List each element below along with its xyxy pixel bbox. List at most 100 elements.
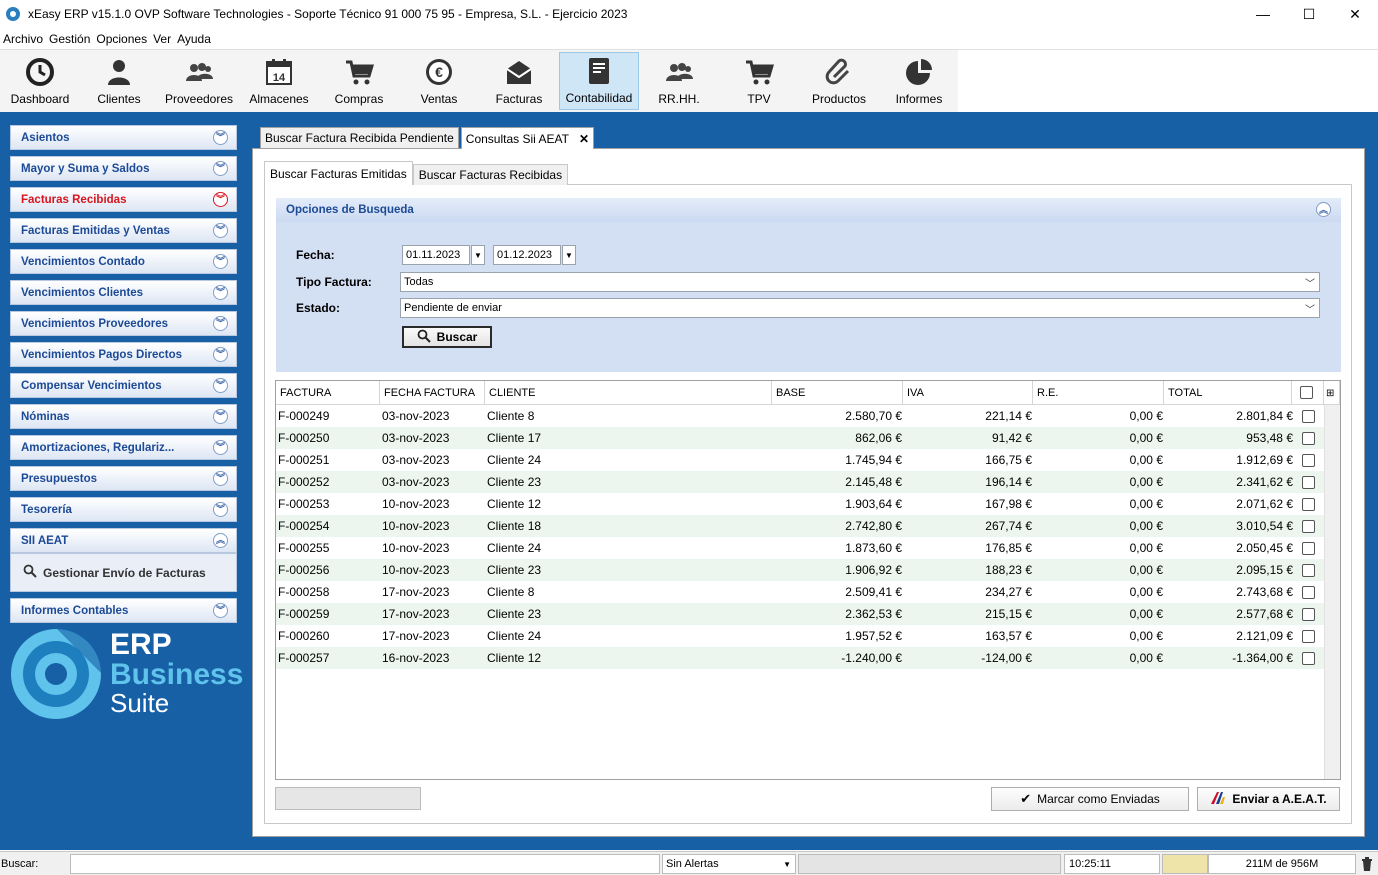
search-icon (23, 564, 37, 581)
column-header-total[interactable]: TOTAL (1164, 381, 1292, 405)
sidebar-item-sii-aeat[interactable]: SII AEAT ︽ (10, 528, 237, 553)
table-row[interactable]: F-000256 10-nov-2023 Cliente 23 1.906,92 € 1… (276, 559, 1324, 581)
column-header-base[interactable]: BASE (772, 381, 903, 405)
sidebar-item-venc-clientes[interactable]: Vencimientos Clientes ︾ (10, 280, 237, 305)
toolbar-ventas[interactable]: € Ventas (399, 52, 479, 110)
sidebar-item-mayor[interactable]: Mayor y Suma y Saldos ︾ (10, 156, 237, 181)
sidebar-item-informes-contables[interactable]: Informes Contables ︾ (10, 598, 237, 623)
fecha-desde-dropdown[interactable]: ▼ (471, 245, 485, 265)
table-row[interactable]: F-000250 03-nov-2023 Cliente 17 862,06 € 91,… (276, 427, 1324, 449)
buscar-button[interactable]: Buscar (402, 326, 492, 348)
row-select-checkbox[interactable] (1302, 498, 1315, 511)
table-row[interactable]: F-000254 10-nov-2023 Cliente 18 2.742,80 € 2… (276, 515, 1324, 537)
sidebar-item-facturas-recibidas[interactable]: Facturas Recibidas ︾ (10, 187, 237, 212)
toolbar-almacenes[interactable]: 14 Almacenes (239, 52, 319, 110)
column-header-iva[interactable]: IVA (903, 381, 1033, 405)
estado-select[interactable]: Pendiente de enviar ﹀ (400, 298, 1320, 318)
sidebar-item-venc-proveedores[interactable]: Vencimientos Proveedores ︾ (10, 311, 237, 336)
row-select-checkbox[interactable] (1302, 630, 1315, 643)
cell-base: 862,06 € (855, 431, 902, 445)
status-search-input[interactable] (70, 854, 660, 874)
sidebar-gestionar-envio[interactable]: Gestionar Envío de Facturas (10, 553, 237, 592)
row-select-checkbox[interactable] (1302, 564, 1315, 577)
column-header-re[interactable]: R.E. (1033, 381, 1164, 405)
status-memory: 211M de 956M (1208, 854, 1356, 874)
menu-ayuda[interactable]: Ayuda (177, 32, 211, 46)
table-row[interactable]: F-000259 17-nov-2023 Cliente 23 2.362,53 € 2… (276, 603, 1324, 625)
cell-total: 2.095,15 € (1236, 563, 1293, 577)
menu-archivo[interactable]: Archivo (3, 32, 43, 46)
row-select-checkbox[interactable] (1302, 520, 1315, 533)
table-row[interactable]: F-000252 03-nov-2023 Cliente 23 2.145,48 € 1… (276, 471, 1324, 493)
row-select-checkbox[interactable] (1302, 652, 1315, 665)
toolbar-dashboard[interactable]: Dashboard (0, 52, 80, 110)
toolbar-productos[interactable]: Productos (799, 52, 879, 110)
row-select-checkbox[interactable] (1302, 586, 1315, 599)
sidebar-item-tesoreria[interactable]: Tesorería ︾ (10, 497, 237, 522)
sidebar-item-venc-pagos[interactable]: Vencimientos Pagos Directos ︾ (10, 342, 237, 367)
row-select-checkbox[interactable] (1302, 476, 1315, 489)
close-icon[interactable]: ✕ (579, 132, 589, 146)
column-header-fecha[interactable]: FECHA FACTURA (380, 381, 485, 405)
toolbar-contabilidad[interactable]: Contabilidad (559, 52, 639, 110)
tab-buscar-factura-recibida[interactable]: Buscar Factura Recibida Pendiente (260, 127, 459, 148)
sidebar-item-facturas-emitidas[interactable]: Facturas Emitidas y Ventas ︾ (10, 218, 237, 243)
table-row[interactable]: F-000255 10-nov-2023 Cliente 24 1.873,60 € 1… (276, 537, 1324, 559)
minimize-button[interactable]: — (1240, 0, 1286, 28)
sidebar-item-venc-contado[interactable]: Vencimientos Contado ︾ (10, 249, 237, 274)
table-row[interactable]: F-000251 03-nov-2023 Cliente 24 1.745,94 € 1… (276, 449, 1324, 471)
chevron-down-icon: ︾ (213, 254, 228, 269)
maximize-button[interactable]: ☐ (1286, 0, 1332, 28)
table-row[interactable]: F-000258 17-nov-2023 Cliente 8 2.509,41 € 23… (276, 581, 1324, 603)
cell-cliente: Cliente 18 (487, 519, 542, 533)
alertas-select[interactable]: Sin Alertas ▼ (662, 854, 796, 874)
close-window-button[interactable]: ✕ (1332, 0, 1378, 28)
tipo-factura-select[interactable]: Todas ﹀ (400, 272, 1320, 292)
select-all-checkbox[interactable] (1300, 386, 1313, 399)
sidebar-item-nominas[interactable]: Nóminas ︾ (10, 404, 237, 429)
sidebar-item-amortizaciones[interactable]: Amortizaciones, Regulariz... ︾ (10, 435, 237, 460)
row-select-checkbox[interactable] (1302, 542, 1315, 555)
fecha-hasta-dropdown[interactable]: ▼ (562, 245, 576, 265)
toolbar-facturas[interactable]: Facturas (479, 52, 559, 110)
calendar-icon: 14 (264, 57, 294, 87)
sidebar-item-compensar[interactable]: Compensar Vencimientos ︾ (10, 373, 237, 398)
row-select-checkbox[interactable] (1302, 608, 1315, 621)
tab-buscar-recibidas[interactable]: Buscar Facturas Recibidas (412, 164, 569, 185)
sidebar-item-asientos[interactable]: Asientos ︾ (10, 125, 237, 150)
row-select-checkbox[interactable] (1302, 454, 1315, 467)
row-select-checkbox[interactable] (1302, 410, 1315, 423)
fecha-desde-input[interactable]: 01.11.2023 (402, 245, 470, 265)
menu-ver[interactable]: Ver (153, 32, 171, 46)
grid-vertical-scrollbar[interactable] (1324, 405, 1340, 779)
menu-gestion[interactable]: Gestión (49, 32, 90, 46)
table-row[interactable]: F-000257 16-nov-2023 Cliente 12 -1.240,00 €… (276, 647, 1324, 669)
table-row[interactable]: F-000260 17-nov-2023 Cliente 24 1.957,52 € 1… (276, 625, 1324, 647)
toolbar-compras[interactable]: Compras (319, 52, 399, 110)
tab-buscar-emitidas[interactable]: Buscar Facturas Emitidas (264, 161, 413, 185)
trash-icon[interactable] (1361, 854, 1373, 874)
column-header-cliente[interactable]: CLIENTE (485, 381, 772, 405)
table-row[interactable]: F-000253 10-nov-2023 Cliente 12 1.903,64 € 1… (276, 493, 1324, 515)
cell-cliente: Cliente 23 (487, 475, 542, 489)
sidebar-item-presupuestos[interactable]: Presupuestos ︾ (10, 466, 237, 491)
tab-consultas-sii[interactable]: Consultas Sii AEAT ✕ (460, 127, 594, 149)
enviar-aeat-button[interactable]: Enviar a A.E.A.T. (1197, 787, 1340, 811)
toolbar-rrhh[interactable]: RR.HH. (639, 52, 719, 110)
marcar-enviadas-button[interactable]: ✔ Marcar como Enviadas (991, 787, 1189, 811)
chevron-up-icon[interactable]: ︽ (1316, 202, 1331, 217)
cell-total: -1.364,00 € (1232, 651, 1293, 665)
toolbar-clientes[interactable]: Clientes (79, 52, 159, 110)
toolbar-informes[interactable]: Informes (879, 52, 959, 110)
column-chooser-icon[interactable]: ⊞ (1324, 381, 1340, 405)
toolbar-proveedores[interactable]: Proveedores (159, 52, 239, 110)
status-time: 10:25:11 (1064, 854, 1160, 874)
toolbar-tpv[interactable]: TPV (719, 52, 799, 110)
column-header-factura[interactable]: FACTURA (276, 381, 380, 405)
table-row[interactable]: F-000249 03-nov-2023 Cliente 8 2.580,70 € 22… (276, 405, 1324, 427)
fecha-hasta-input[interactable]: 01.12.2023 (493, 245, 561, 265)
pie-chart-icon (904, 57, 934, 87)
search-options-header[interactable]: Opciones de Busqueda ︽ (276, 198, 1341, 222)
row-select-checkbox[interactable] (1302, 432, 1315, 445)
menu-opciones[interactable]: Opciones (96, 32, 147, 46)
